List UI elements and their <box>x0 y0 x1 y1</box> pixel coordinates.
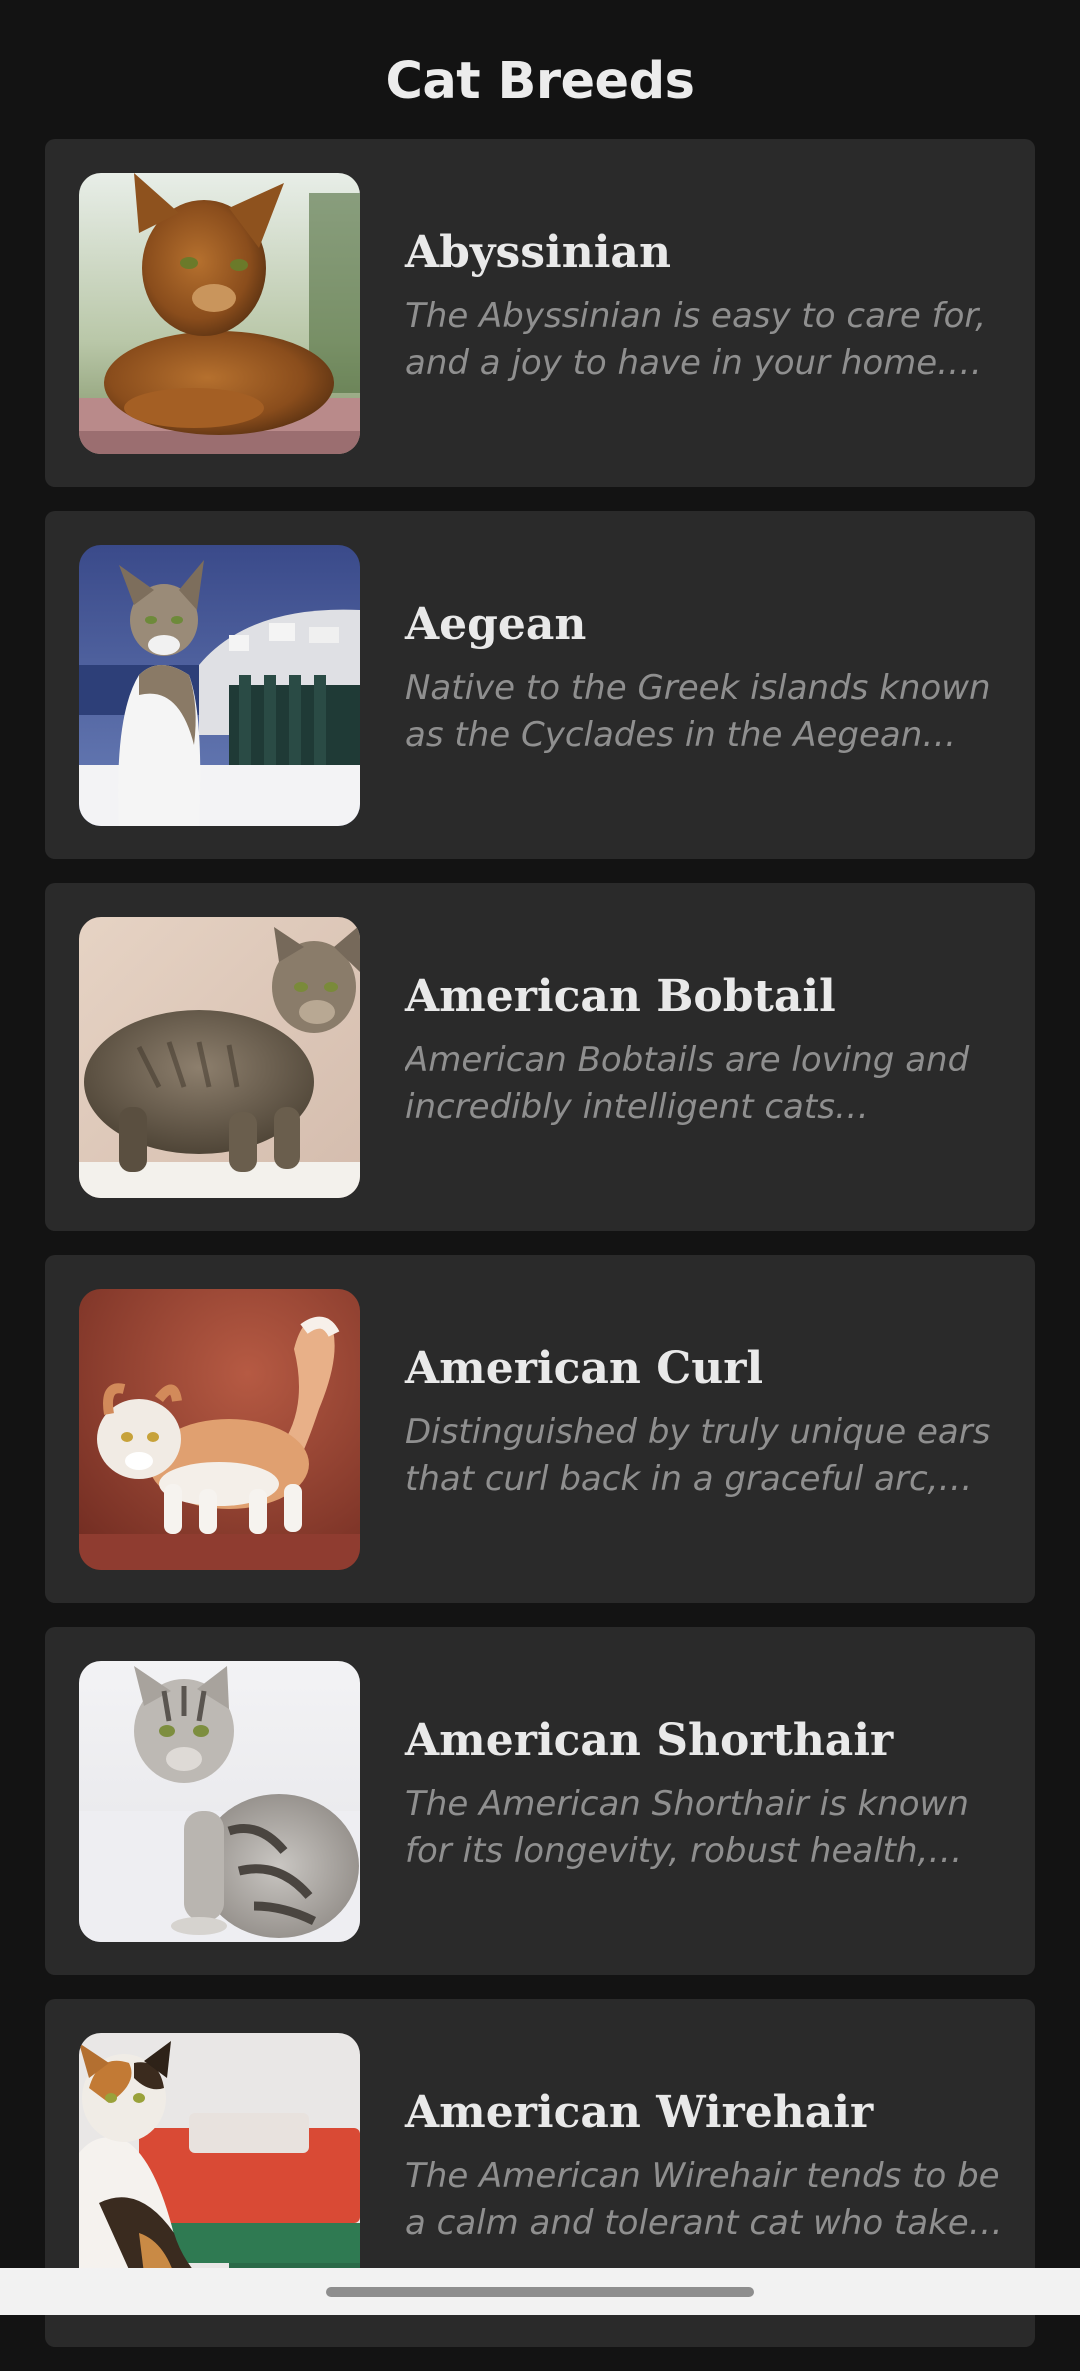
breed-list[interactable]: Abyssinian The Abyssinian is easy to car… <box>45 139 1035 2371</box>
aegean-cat-photo <box>79 545 360 826</box>
breed-card-american-curl[interactable]: American Curl Distinguished by truly uni… <box>45 1255 1035 1603</box>
breed-description: The American Wirehair tends to be a calm… <box>405 2156 1000 2243</box>
breed-description: The American Shorthair is known for its … <box>405 1784 969 1871</box>
system-navigation-bar <box>0 2268 1080 2315</box>
breed-name: Aegean <box>405 599 587 650</box>
breed-description: American Bobtails are loving and incredi… <box>405 1040 970 1127</box>
breed-name: American Wirehair <box>405 2087 874 2138</box>
breed-description: Native to the Greek islands known as the… <box>405 668 991 755</box>
home-gesture-handle[interactable] <box>326 2287 754 2297</box>
breed-description: Distinguished by truly unique ears that … <box>405 1412 991 1499</box>
breed-name: Abyssinian <box>405 227 671 278</box>
breed-name: American Curl <box>405 1343 764 1394</box>
page-title: Cat Breeds <box>385 51 695 111</box>
breed-text: American Wirehair The American Wirehair … <box>405 2085 1005 2247</box>
breed-text: American Bobtail American Bobtails are l… <box>405 969 1005 1131</box>
breed-name: American Bobtail <box>405 971 836 1022</box>
breed-card-abyssinian[interactable]: Abyssinian The Abyssinian is easy to car… <box>45 139 1035 487</box>
breed-name: American Shorthair <box>405 1715 894 1766</box>
breed-text: American Curl Distinguished by truly uni… <box>405 1341 1005 1503</box>
breed-card-american-shorthair[interactable]: American Shorthair The American Shorthai… <box>45 1627 1035 1975</box>
app-header: Cat Breeds <box>0 0 1080 140</box>
breed-card-aegean[interactable]: Aegean Native to the Greek islands known… <box>45 511 1035 859</box>
abyssinian-cat-photo <box>79 173 360 454</box>
breed-description: The Abyssinian is easy to care for, and … <box>405 296 987 383</box>
american-curl-cat-photo <box>79 1289 360 1570</box>
breed-text: Aegean Native to the Greek islands known… <box>405 597 1005 759</box>
breed-text: American Shorthair The American Shorthai… <box>405 1713 1005 1875</box>
breed-card-american-bobtail[interactable]: American Bobtail American Bobtails are l… <box>45 883 1035 1231</box>
american-shorthair-cat-photo <box>79 1661 360 1942</box>
american-bobtail-cat-photo <box>79 917 360 1198</box>
breed-text: Abyssinian The Abyssinian is easy to car… <box>405 225 1005 387</box>
